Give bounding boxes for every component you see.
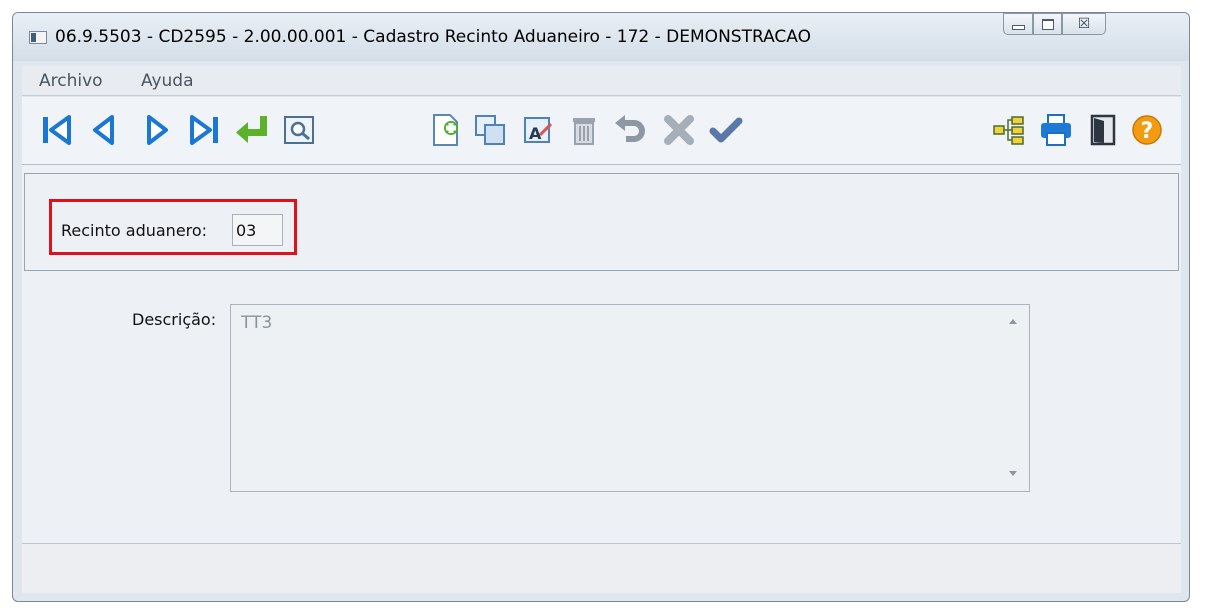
scroll-down-arrow-icon[interactable]: [1009, 471, 1017, 476]
window-title: 06.9.5503 - CD2595 - 2.00.00.001 - Cadas…: [55, 27, 811, 47]
status-bar: [22, 543, 1181, 593]
maximize-button[interactable]: [1033, 13, 1062, 35]
help-icon: ?: [1132, 115, 1162, 145]
new-document-icon: [433, 114, 458, 146]
goto-enter-icon: [236, 116, 267, 143]
close-icon: ☒: [1077, 16, 1091, 32]
cancel-icon: [664, 115, 694, 145]
copy-button[interactable]: [471, 111, 509, 149]
goto-button[interactable]: [233, 111, 271, 149]
last-record-button[interactable]: [185, 111, 223, 149]
descricao-value: TT3: [241, 313, 273, 333]
confirm-button[interactable]: [707, 111, 745, 149]
cancel-button[interactable]: [660, 111, 698, 149]
exit-door-icon: [1090, 114, 1116, 146]
scroll-up-arrow-icon[interactable]: [1009, 319, 1017, 324]
descricao-label: Descrição:: [132, 310, 217, 329]
recinto-label: Recinto aduanero:: [61, 221, 208, 240]
toolbar: A ?: [22, 97, 1181, 165]
print-button[interactable]: [1037, 111, 1075, 149]
copy-icon: [475, 115, 505, 145]
delete-trash-icon: [573, 118, 595, 145]
close-button[interactable]: ☒: [1062, 13, 1106, 35]
previous-record-icon: [93, 115, 114, 145]
next-record-icon: [147, 115, 168, 145]
descricao-textarea[interactable]: TT3: [230, 304, 1030, 492]
menu-bar: Archivo Ayuda: [22, 66, 1181, 96]
exit-button[interactable]: [1084, 111, 1122, 149]
first-record-icon: [43, 115, 71, 145]
undo-button[interactable]: [612, 111, 650, 149]
undo-icon: [615, 115, 645, 142]
minimize-button[interactable]: [1003, 13, 1033, 35]
title-bar[interactable]: 06.9.5503 - CD2595 - 2.00.00.001 - Cadas…: [13, 13, 1189, 61]
edit-text-icon: A: [524, 117, 553, 143]
application-window: 06.9.5503 - CD2595 - 2.00.00.001 - Cadas…: [12, 12, 1190, 602]
maximize-icon: [1041, 18, 1054, 30]
hierarchy-button[interactable]: [990, 111, 1028, 149]
previous-record-button[interactable]: [86, 111, 124, 149]
new-record-button[interactable]: [426, 111, 464, 149]
hierarchy-icon: [993, 116, 1024, 145]
next-record-button[interactable]: [137, 111, 175, 149]
first-record-button[interactable]: [38, 111, 76, 149]
form-content: Recinto aduanero: 03 Descrição: TT3: [22, 165, 1181, 543]
minimize-icon: [1011, 24, 1025, 30]
search-icon: [284, 116, 314, 144]
app-icon: [29, 31, 47, 44]
recinto-input[interactable]: 03: [232, 214, 283, 246]
print-icon: [1041, 114, 1071, 146]
menu-archivo[interactable]: Archivo: [39, 71, 103, 91]
menu-ayuda[interactable]: Ayuda: [141, 71, 194, 91]
confirm-check-icon: [709, 117, 743, 143]
search-button[interactable]: [280, 111, 318, 149]
edit-button[interactable]: A: [518, 111, 556, 149]
help-button[interactable]: ?: [1128, 111, 1166, 149]
svg-text:?: ?: [1141, 119, 1154, 144]
delete-button[interactable]: [565, 111, 603, 149]
last-record-icon: [190, 115, 218, 145]
